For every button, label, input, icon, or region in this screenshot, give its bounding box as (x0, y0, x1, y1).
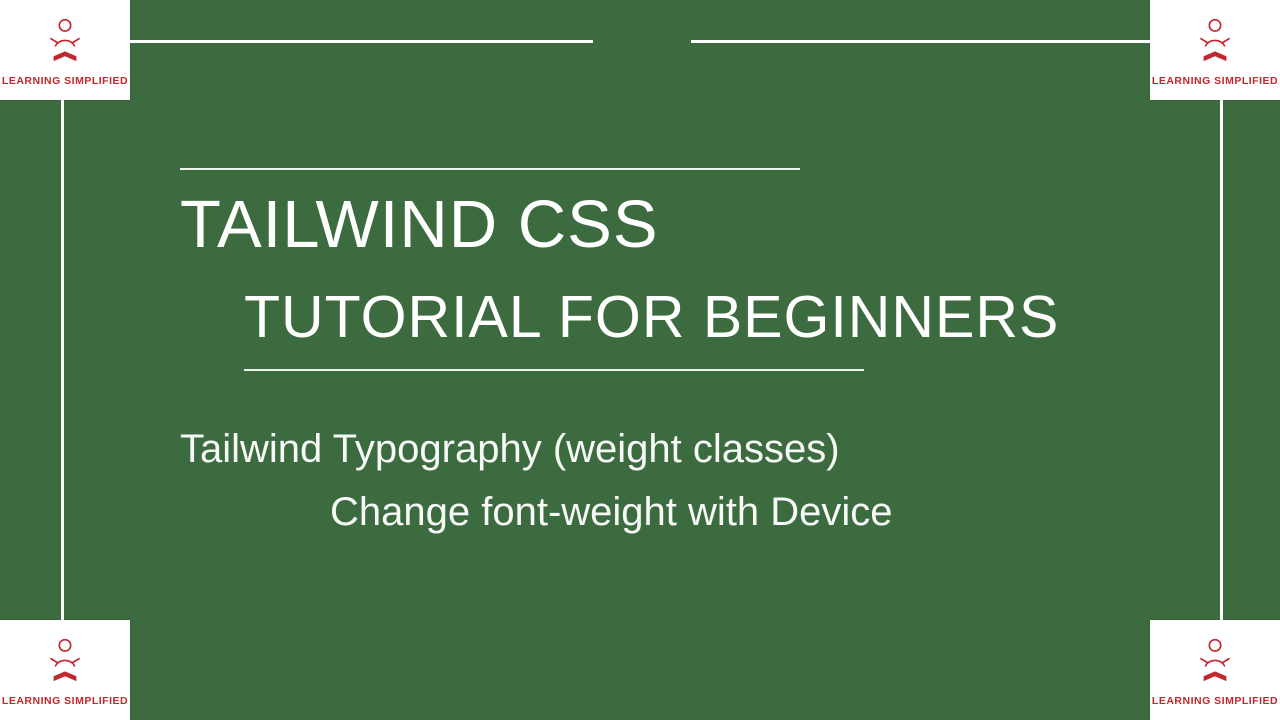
logo-card-top-left: LEARNING SIMPLIFIED (0, 0, 130, 100)
slide-content: TAILWIND CSS TUTORIAL FOR BEGINNERS Tail… (180, 168, 1170, 535)
logo-card-bottom-right: LEARNING SIMPLIFIED (1150, 620, 1280, 720)
slide-title-line2: TUTORIAL FOR BEGINNERS (244, 283, 1170, 351)
logo-caption: LEARNING SIMPLIFIED (1152, 75, 1278, 87)
slide-title-line1: TAILWIND CSS (180, 186, 1170, 263)
divider-top (180, 168, 800, 170)
logo-card-bottom-left: LEARNING SIMPLIFIED (0, 620, 130, 720)
learning-simplified-icon (39, 14, 91, 71)
logo-caption: LEARNING SIMPLIFIED (1152, 695, 1278, 707)
slide-subtitle-line1: Tailwind Typography (weight classes) (180, 427, 1170, 472)
logo-card-top-right: LEARNING SIMPLIFIED (1150, 0, 1280, 100)
slide-subtitle-line2: Change font-weight with Device (330, 490, 1170, 535)
logo-caption: LEARNING SIMPLIFIED (2, 75, 128, 87)
learning-simplified-icon (1189, 14, 1241, 71)
learning-simplified-icon (39, 634, 91, 691)
logo-caption: LEARNING SIMPLIFIED (2, 695, 128, 707)
divider-bottom (244, 369, 864, 371)
learning-simplified-icon (1189, 634, 1241, 691)
